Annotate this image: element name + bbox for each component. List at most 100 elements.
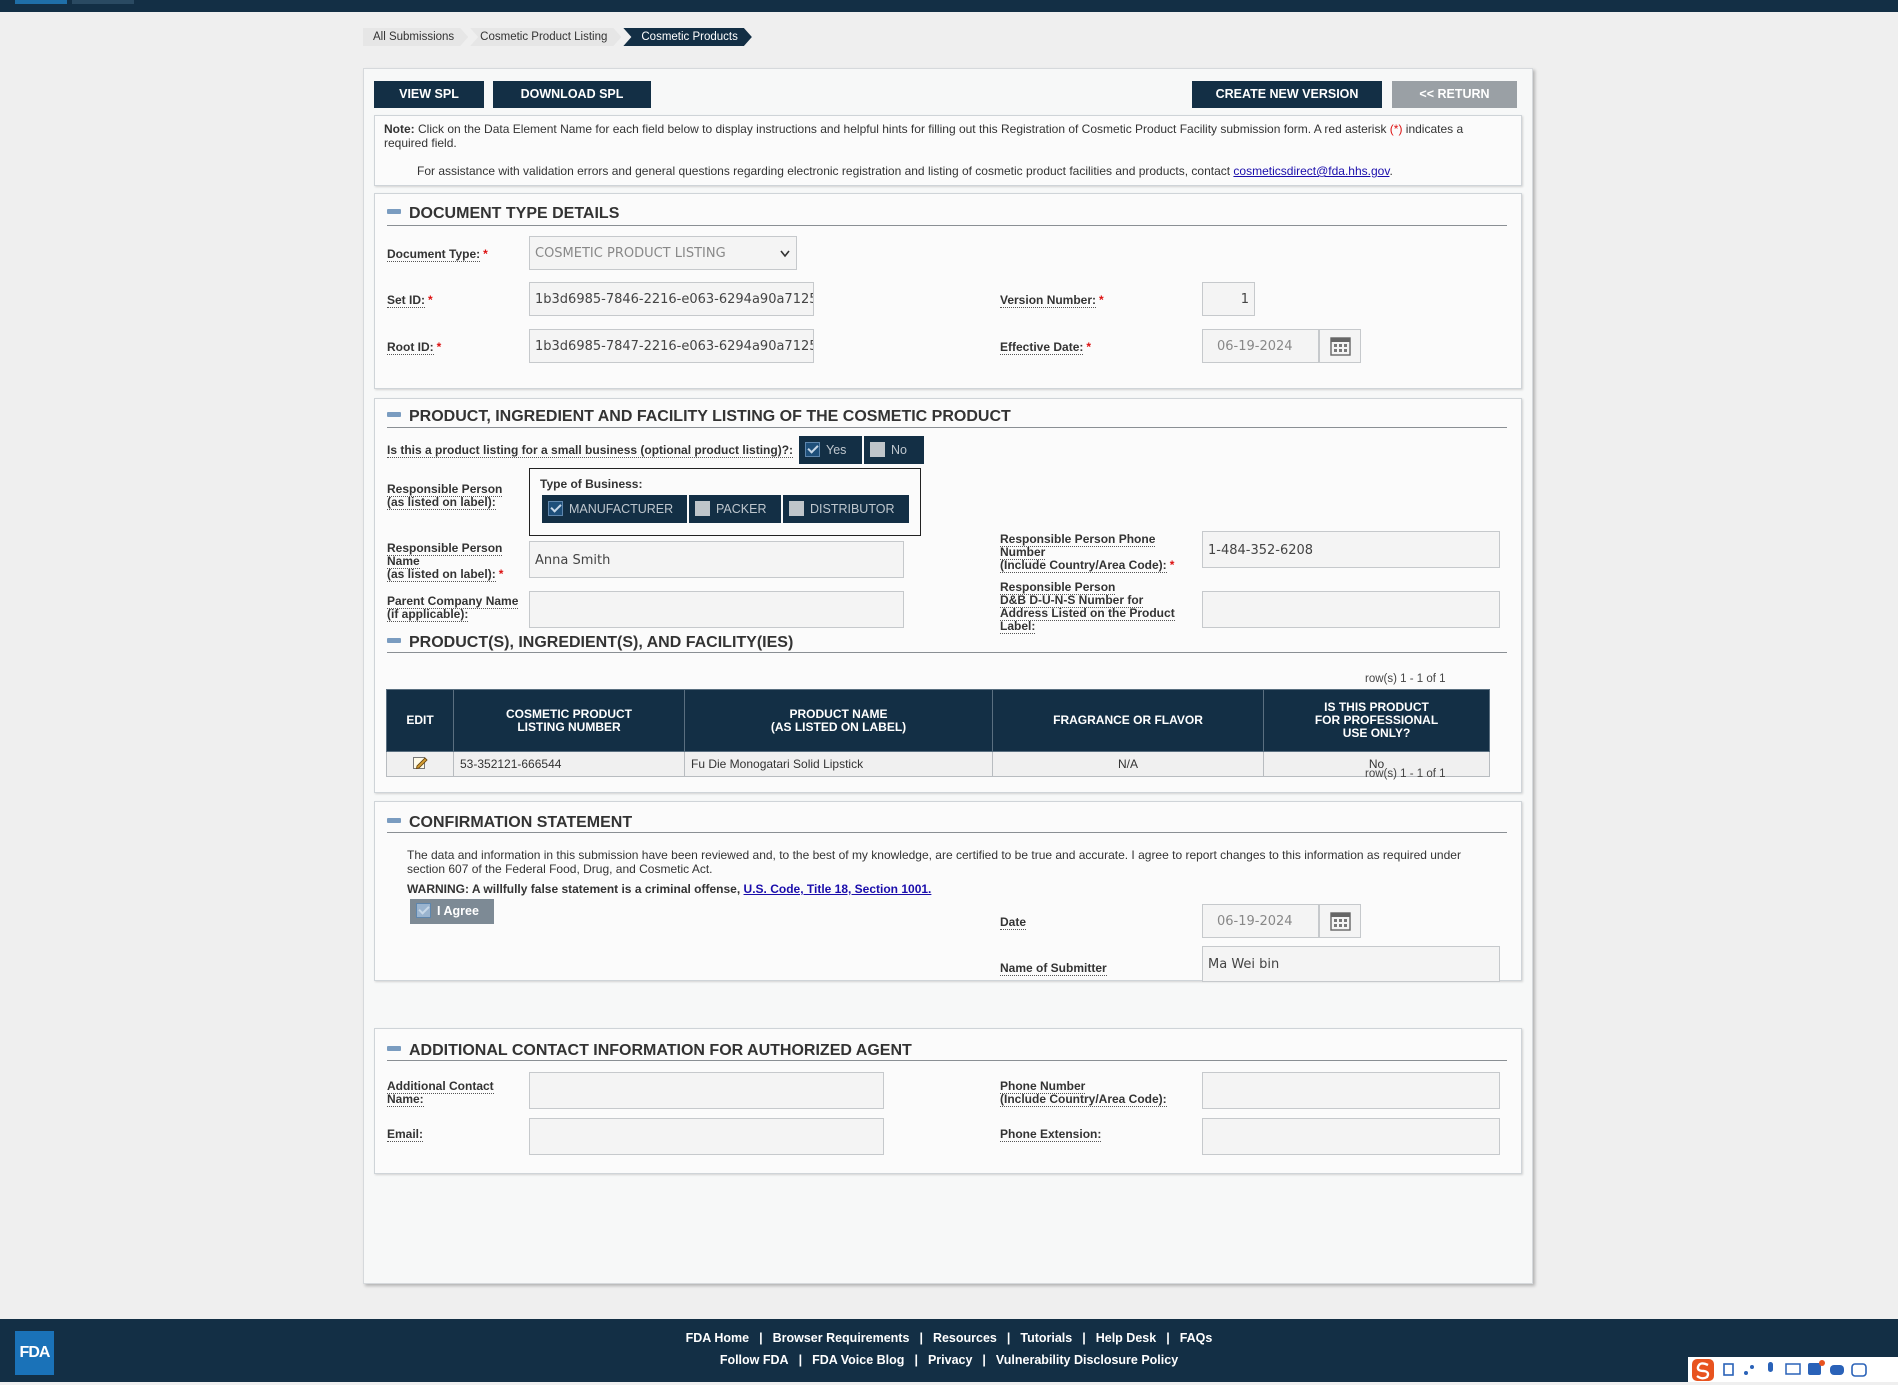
product-name-cell: Fu Die Monogatari Solid Lipstick [684,751,993,777]
footer-link-follow-fda[interactable]: Follow FDA [720,1353,789,1367]
assist-period: . [1389,164,1393,178]
set-id-field[interactable]: 1b3d6985-7846-2216-e063-6294a90a7125 [529,282,814,316]
footer-link-vulnerability-disclosure[interactable]: Vulnerability Disclosure Policy [996,1353,1178,1367]
section-divider [387,1060,1507,1061]
required-marker: * [1169,558,1175,572]
top-tab-active[interactable] [15,0,67,4]
return-button[interactable]: << RETURN [1392,81,1517,108]
contact-name-field[interactable] [529,1072,884,1109]
packer-label: PACKER [716,502,767,516]
version-number-field[interactable]: 1 [1202,282,1255,316]
edit-header[interactable]: EDIT [386,689,454,752]
small-business-no-toggle[interactable]: No [864,436,924,464]
phone-extension-label[interactable]: Phone Extension: [1000,1127,1102,1142]
phone-extension-field[interactable] [1202,1118,1500,1155]
effective-date-field[interactable]: 06-19-2024 [1202,329,1319,363]
i-agree-checkbox[interactable]: I Agree [410,899,494,924]
duns-field[interactable] [1202,591,1500,628]
confirmation-title[interactable]: CONFIRMATION STATEMENT [387,814,632,832]
effective-date-label[interactable]: Effective Date: * [1000,340,1091,355]
document-type-select[interactable]: COSMETIC PRODUCT LISTING [529,236,797,270]
rp-name-label[interactable]: Responsible Person Name (as listed on labe… [387,541,503,582]
date-label[interactable]: Date [1000,915,1027,930]
breadcrumb-all-submissions[interactable]: All Submissions [363,28,468,46]
edit-pencil-icon[interactable] [412,755,428,771]
contact-name-label[interactable]: Additional Contact Name: [387,1079,494,1107]
agent-phone-field[interactable] [1202,1072,1500,1109]
parent-company-field[interactable] [529,591,904,628]
collapse-icon[interactable] [387,412,401,418]
footer-link-fda-home[interactable]: FDA Home [686,1331,749,1345]
document-type-title[interactable]: DOCUMENT TYPE DETAILS [387,205,619,223]
authorized-agent-title[interactable]: ADDITIONAL CONTACT INFORMATION FOR AUTHO… [387,1042,912,1060]
required-marker: * [483,247,488,261]
rp-phone-label[interactable]: Responsible Person Phone Number (Include C… [1000,532,1175,573]
listing-title[interactable]: PRODUCT, INGREDIENT AND FACILITY LISTING… [387,408,1011,426]
distributor-toggle[interactable]: DISTRIBUTOR [783,495,909,523]
manufacturer-label: MANUFACTURER [569,502,674,516]
version-number-label[interactable]: Version Number: * [1000,293,1104,308]
effective-date-calendar-button[interactable] [1319,329,1361,363]
footer-link-privacy[interactable]: Privacy [928,1353,972,1367]
download-spl-button[interactable]: DOWNLOAD SPL [493,81,651,108]
product-name-header-1: PRODUCT NAME [789,706,888,721]
root-id-field[interactable]: 1b3d6985-7847-2216-e063-6294a90a7125 [529,329,814,363]
confirmation-date-field[interactable]: 06-19-2024 [1202,904,1319,938]
fragrance-header[interactable]: FRAGRANCE OR FLAVOR [992,689,1264,752]
email-field[interactable] [529,1118,884,1155]
duns-label[interactable]: Responsible Person D&B D-U-N-S Number for… [1000,580,1175,634]
responsible-person-label[interactable]: Responsible Person (as listed on label): [387,482,503,510]
view-spl-button[interactable]: VIEW SPL [374,81,484,108]
root-id-label-text: Root ID: [387,340,434,355]
edit-cell[interactable] [386,751,454,777]
no-label: No [891,443,907,457]
parent-company-label[interactable]: Parent Company Name (if applicable): [387,594,519,622]
set-id-label[interactable]: Set ID: * [387,293,433,308]
footer-link-fda-voice-blog[interactable]: FDA Voice Blog [812,1353,904,1367]
collapse-icon[interactable] [387,209,401,215]
confirmation-date-calendar-button[interactable] [1319,904,1361,938]
type-of-business-box: Type of Business: MANUFACTURER PACKER DI… [529,468,921,536]
collapse-icon[interactable] [387,1046,401,1052]
products-title[interactable]: PRODUCT(S), INGREDIENT(S), AND FACILITY(… [387,634,793,652]
product-name-header[interactable]: PRODUCT NAME (AS LISTED ON LABEL) [684,689,993,752]
submitter-name-field[interactable]: Ma Wei bin [1202,946,1500,982]
breadcrumb-cosmetic-product-listing[interactable]: Cosmetic Product Listing [470,28,621,46]
footer-link-help-desk[interactable]: Help Desk [1096,1331,1156,1345]
professional-use-header[interactable]: IS THIS PRODUCT FOR PROFESSIONAL USE ONLY? [1263,689,1490,752]
create-new-version-button[interactable]: CREATE NEW VERSION [1192,81,1382,108]
note-text-1: Click on the Data Element Name for each … [414,122,1390,136]
agent-phone-label[interactable]: Phone Number (Include Country/Area Code): [1000,1079,1167,1107]
listing-title-text: PRODUCT, INGREDIENT AND FACILITY LISTING… [409,408,1011,425]
collapse-icon[interactable] [387,818,401,824]
footer-separator: | [759,1331,763,1345]
footer-link-resources[interactable]: Resources [933,1331,997,1345]
duns-label-4: Label: [1000,619,1036,634]
document-type-panel: DOCUMENT TYPE DETAILS Document Type: * CO… [374,193,1522,389]
packer-toggle[interactable]: PACKER [689,495,781,523]
fragrance-cell: N/A [992,751,1264,777]
email-label[interactable]: Email: [387,1127,424,1142]
footer-link-browser-requirements[interactable]: Browser Requirements [773,1331,910,1345]
ime-toolbar-icon[interactable] [1688,1357,1898,1382]
us-code-link[interactable]: U.S. Code, Title 18, Section 1001. [744,882,932,896]
footer-link-tutorials[interactable]: Tutorials [1020,1331,1072,1345]
collapse-icon[interactable] [387,638,401,644]
document-type-title-text: DOCUMENT TYPE DETAILS [409,205,620,222]
manufacturer-toggle[interactable]: MANUFACTURER [542,495,687,523]
support-email-link[interactable]: cosmeticsdirect@fda.hhs.gov [1233,164,1389,178]
top-tab[interactable] [72,0,134,4]
root-id-label[interactable]: Root ID: * [387,340,441,355]
required-marker: * [1099,293,1104,307]
document-type-label[interactable]: Document Type: * [387,247,488,262]
submitter-label[interactable]: Name of Submitter [1000,961,1107,976]
professional-use-header-2: FOR PROFESSIONAL [1314,713,1439,727]
small-business-yes-toggle[interactable]: Yes [799,436,862,464]
small-business-label[interactable]: Is this a product listing for a small bu… [387,443,794,458]
listing-number-header[interactable]: COSMETIC PRODUCT LISTING NUMBER [453,689,685,752]
submitter-label-text: Name of Submitter [1000,961,1107,976]
checkbox-checked-icon [548,501,563,517]
footer-link-faqs[interactable]: FAQs [1180,1331,1213,1345]
rp-phone-field[interactable]: 1-484-352-6208 [1202,531,1500,568]
rp-name-field[interactable]: Anna Smith [529,541,904,578]
